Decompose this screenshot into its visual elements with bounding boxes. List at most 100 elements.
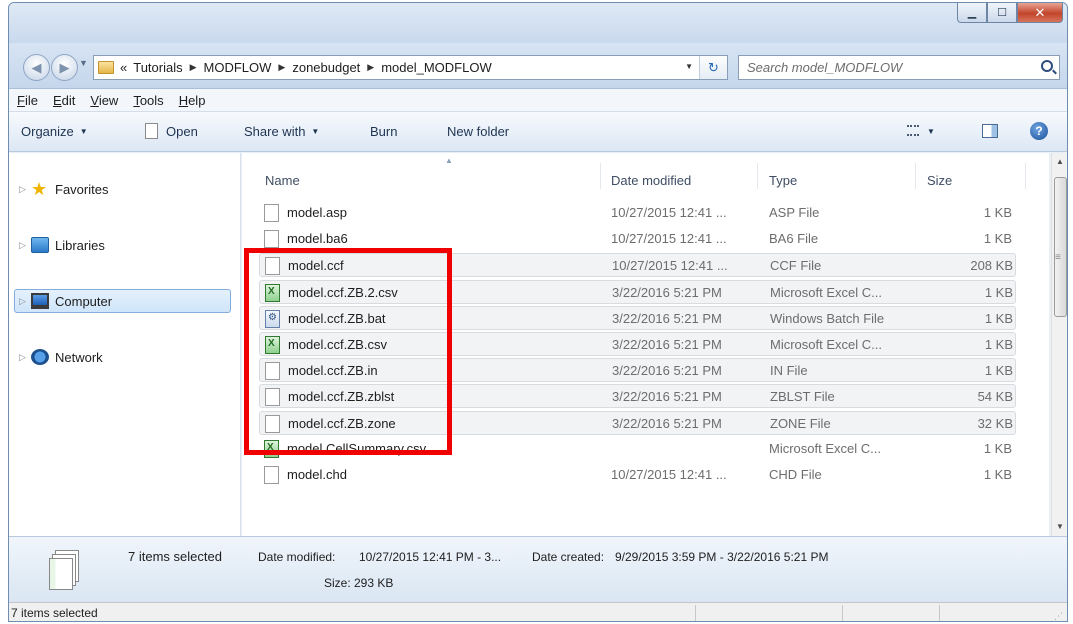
address-bar[interactable]: « Tutorials ▶ MODFLOW ▶ zonebudget ▶ mod… bbox=[93, 55, 728, 80]
table-row[interactable]: model.asp 10/27/2015 12:41 ... ASP File 1 K… bbox=[259, 201, 1016, 225]
file-type: Windows Batch File bbox=[770, 310, 885, 326]
search-input[interactable]: Search model_MODFLOW bbox=[738, 55, 1060, 80]
search-icon[interactable] bbox=[1041, 60, 1053, 72]
column-headers: ▲ Name Date modified Type Size bbox=[242, 153, 1049, 201]
new-folder-button[interactable]: New folder bbox=[447, 124, 509, 139]
date-modified-value: 10/27/2015 12:41 PM - 3... bbox=[359, 550, 502, 564]
multiple-files-icon bbox=[49, 550, 79, 590]
file-date-modified: 10/27/2015 12:41 ... bbox=[611, 205, 727, 220]
file-date-modified: 3/22/2016 5:21 PM bbox=[612, 337, 722, 352]
date-created-value: 9/29/2015 3:59 PM - 3/22/2016 5:21 PM bbox=[615, 550, 829, 564]
expand-arrow-icon[interactable]: ▷ bbox=[19, 352, 31, 363]
breadcrumb-overflow[interactable]: « bbox=[120, 60, 127, 75]
column-divider[interactable] bbox=[1025, 163, 1026, 189]
burn-button[interactable]: Burn bbox=[370, 124, 397, 139]
breadcrumb-zonebudget[interactable]: zonebudget bbox=[292, 60, 360, 75]
menu-help[interactable]: Help bbox=[179, 93, 206, 108]
preview-pane-icon[interactable] bbox=[982, 124, 998, 138]
explorer-window: ▁ ☐ ✕ ◀ ▶ ▼ « Tutorials ▶ MODFLOW ▶ zone… bbox=[8, 2, 1068, 622]
file-date-modified: 3/22/2016 5:21 PM bbox=[612, 284, 722, 300]
nav-computer-label: Computer bbox=[55, 293, 113, 309]
menu-tools[interactable]: Tools bbox=[133, 93, 163, 108]
back-arrow-icon: ◀ bbox=[31, 59, 42, 75]
file-size: 1 KB bbox=[983, 440, 1012, 456]
organize-button[interactable]: Organize ▼ bbox=[21, 124, 88, 139]
breadcrumb-separator-icon[interactable]: ▶ bbox=[190, 62, 197, 73]
column-divider[interactable] bbox=[915, 163, 916, 189]
file-type: CHD File bbox=[769, 467, 822, 482]
status-divider bbox=[842, 605, 843, 621]
close-icon: ✕ bbox=[1034, 4, 1046, 20]
table-row[interactable]: model.chd 10/27/2015 12:41 ... CHD File 1 K… bbox=[259, 463, 1016, 487]
close-button[interactable]: ✕ bbox=[1017, 3, 1063, 23]
minimize-button[interactable]: ▁ bbox=[957, 3, 987, 23]
file-type: Microsoft Excel C... bbox=[770, 284, 882, 300]
search-placeholder: Search model_MODFLOW bbox=[747, 60, 903, 75]
refresh-button[interactable]: ↻ bbox=[699, 56, 727, 79]
file-date-modified: 3/22/2016 5:21 PM bbox=[612, 363, 722, 379]
status-text: 7 items selected bbox=[11, 606, 98, 620]
file-size: 54 KB bbox=[977, 389, 1013, 405]
burn-label: Burn bbox=[370, 124, 398, 139]
column-header-size[interactable]: Size bbox=[927, 173, 952, 188]
column-header-date-modified[interactable]: Date modified bbox=[611, 173, 691, 188]
column-header-type[interactable]: Type bbox=[769, 173, 797, 188]
column-divider[interactable] bbox=[757, 163, 758, 189]
open-button[interactable]: Open bbox=[145, 123, 198, 139]
nav-favorites[interactable]: ▷ ★ Favorites bbox=[19, 180, 108, 198]
organize-caret-icon: ▼ bbox=[79, 127, 88, 136]
nav-network[interactable]: ▷ Network bbox=[19, 349, 103, 365]
refresh-icon: ↻ bbox=[708, 59, 719, 75]
file-type: ZONE File bbox=[770, 415, 831, 431]
menu-file[interactable]: File bbox=[17, 93, 38, 108]
breadcrumb-separator-icon[interactable]: ▶ bbox=[278, 62, 285, 73]
navigation-pane: ▷ ★ Favorites ▷ Libraries ▷ Computer ▷ N… bbox=[9, 153, 241, 536]
column-header-name[interactable]: Name bbox=[265, 173, 300, 188]
recent-pages-button[interactable]: ▼ bbox=[79, 58, 88, 68]
scroll-up-icon[interactable]: ▲ bbox=[1056, 157, 1064, 166]
scroll-down-icon[interactable]: ▼ bbox=[1056, 522, 1064, 531]
nav-computer[interactable]: ▷ Computer bbox=[19, 293, 112, 309]
nav-libraries[interactable]: ▷ Libraries bbox=[19, 237, 105, 253]
vertical-scrollbar[interactable]: ▲ ≡ ▼ bbox=[1051, 153, 1067, 536]
file-icon bbox=[264, 230, 279, 249]
column-divider[interactable] bbox=[600, 163, 601, 189]
breadcrumb-tutorials[interactable]: Tutorials bbox=[133, 60, 182, 75]
expand-arrow-icon[interactable]: ▷ bbox=[19, 184, 31, 195]
menu-bar: File Edit View Tools Help bbox=[9, 89, 1067, 112]
size-label: Size: bbox=[324, 576, 351, 590]
menu-edit[interactable]: Edit bbox=[53, 93, 75, 108]
file-size: 1 KB bbox=[983, 205, 1012, 220]
menu-view[interactable]: View bbox=[90, 93, 118, 108]
network-icon bbox=[31, 349, 49, 365]
forward-button[interactable]: ▶ bbox=[51, 54, 78, 81]
expand-arrow-icon[interactable]: ▷ bbox=[19, 240, 31, 251]
file-date-modified: 10/27/2015 12:41 ... bbox=[612, 258, 728, 274]
maximize-button[interactable]: ☐ bbox=[987, 3, 1017, 23]
share-with-caret-icon: ▼ bbox=[311, 127, 320, 136]
date-created-label: Date created: bbox=[532, 550, 605, 564]
breadcrumb-separator-icon[interactable]: ▶ bbox=[367, 62, 374, 73]
file-type: Microsoft Excel C... bbox=[770, 337, 882, 352]
file-date-modified: 3/22/2016 5:21 PM bbox=[612, 310, 722, 326]
address-dropdown-icon[interactable]: ▼ bbox=[685, 62, 693, 71]
file-size: 32 KB bbox=[977, 415, 1013, 431]
file-type: Microsoft Excel C... bbox=[769, 440, 881, 456]
navigation-bar: ◀ ▶ ▼ « Tutorials ▶ MODFLOW ▶ zonebudget… bbox=[9, 43, 1067, 89]
view-options-caret-icon[interactable]: ▼ bbox=[927, 127, 935, 136]
resize-grip-icon[interactable]: ⋰ bbox=[1054, 611, 1063, 621]
maximize-icon: ☐ bbox=[997, 7, 1007, 19]
share-with-button[interactable]: Share with ▼ bbox=[244, 124, 319, 139]
expand-arrow-icon[interactable]: ▷ bbox=[19, 296, 31, 307]
change-view-icon[interactable] bbox=[907, 125, 919, 136]
breadcrumb-modflow[interactable]: MODFLOW bbox=[204, 60, 272, 75]
help-icon[interactable]: ? bbox=[1030, 122, 1048, 140]
breadcrumb-model-modflow[interactable]: model_MODFLOW bbox=[381, 60, 492, 75]
window-controls: ▁ ☐ ✕ bbox=[957, 3, 1063, 25]
nav-network-label: Network bbox=[55, 349, 103, 365]
scrollbar-thumb[interactable] bbox=[1054, 177, 1067, 317]
back-button[interactable]: ◀ bbox=[23, 54, 50, 81]
file-name: model.asp bbox=[287, 205, 347, 220]
title-bar: ▁ ☐ ✕ bbox=[9, 3, 1067, 43]
details-pane: 7 items selected Date modified: 10/27/20… bbox=[9, 536, 1067, 602]
